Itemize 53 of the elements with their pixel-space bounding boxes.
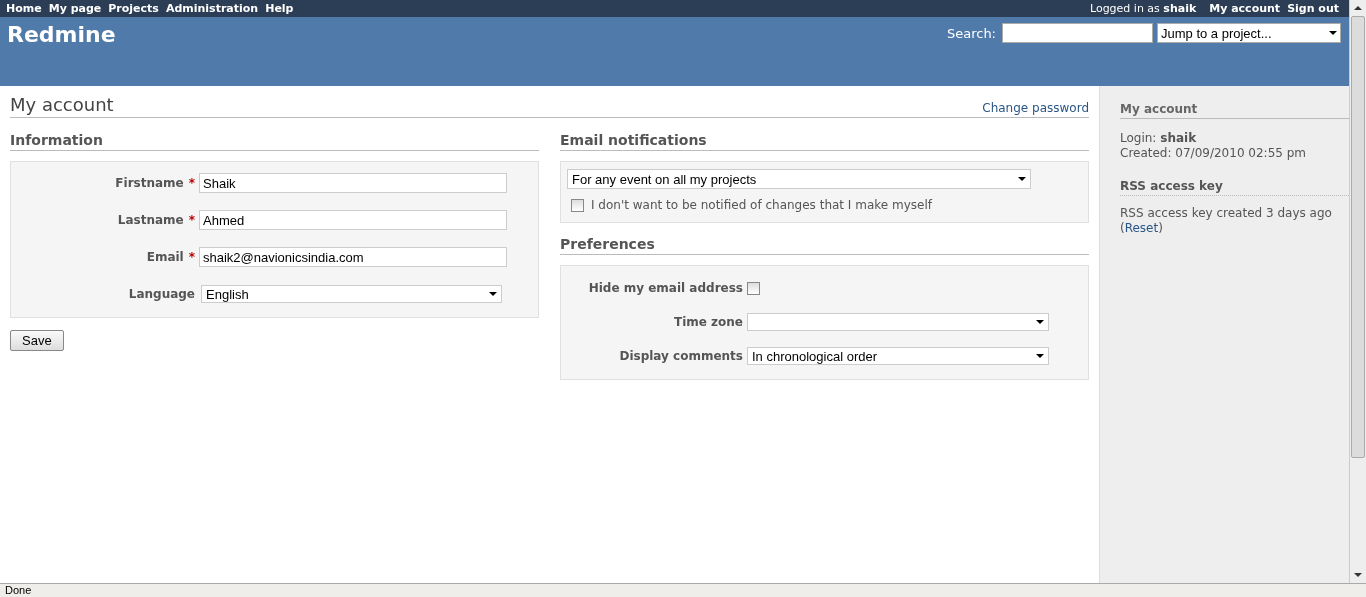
- section-heading: Preferences: [560, 236, 1089, 255]
- required-mark: *: [188, 250, 195, 264]
- top-menu-link[interactable]: My page: [48, 2, 102, 15]
- dropdown-arrow-icon: [1329, 31, 1337, 35]
- search-label: Search:: [946, 25, 996, 41]
- section-heading: Information: [10, 132, 539, 151]
- select-field[interactable]: [747, 313, 1049, 331]
- checkbox[interactable]: [571, 198, 584, 212]
- project-jump-select[interactable]: Jump to a project...: [1157, 23, 1341, 43]
- field-label: Email: [146, 250, 184, 264]
- login-text: Login: shaik: [1120, 131, 1198, 146]
- dropdown-arrow-icon: [489, 292, 497, 296]
- parenthesis-text: ): [1158, 221, 1163, 235]
- select-field[interactable]: In chronological order: [747, 347, 1049, 365]
- logged-in-text: Logged in as shaik: [1089, 2, 1197, 15]
- field-label: Display comments: [619, 349, 743, 363]
- field-label: Language: [128, 287, 195, 301]
- account-menu-link[interactable]: My account: [1209, 2, 1281, 15]
- sidebar-heading: My account: [1120, 102, 1349, 119]
- scroll-thumb[interactable]: [1351, 16, 1365, 458]
- required-mark: *: [188, 213, 195, 227]
- top-menu-link[interactable]: Help: [265, 2, 294, 15]
- site-title: Redmine: [7, 22, 116, 47]
- scrollbar[interactable]: [1349, 0, 1366, 583]
- created-text: Created: 07/09/2010 02:55 pm: [1120, 146, 1308, 161]
- rss-key-text: RSS access key created 3 days ago: [1120, 206, 1333, 221]
- top-menu-link[interactable]: Administration: [165, 2, 259, 15]
- text-field[interactable]: Shaik: [199, 173, 507, 193]
- search-field[interactable]: [1002, 23, 1153, 43]
- checkbox[interactable]: [747, 281, 760, 295]
- dropdown-arrow-icon: [1036, 354, 1044, 358]
- change-password-link[interactable]: Change password: [982, 101, 1089, 115]
- dropdown-arrow-icon: [1018, 177, 1026, 181]
- field-label: Firstname: [115, 176, 184, 190]
- section-heading: Email notifications: [560, 132, 1089, 151]
- checkbox-label: I don't want to be notified of changes that I make myself: [591, 198, 932, 212]
- top-menu-link[interactable]: Home: [6, 2, 42, 15]
- parenthesis-text: (: [1120, 221, 1125, 235]
- language-select[interactable]: English: [201, 285, 502, 303]
- top-menu-link[interactable]: Projects: [108, 2, 159, 15]
- save-button[interactable]: Save: [10, 330, 64, 351]
- field-label: Lastname: [117, 213, 184, 227]
- status-text: Done: [5, 584, 32, 596]
- field-label: Hide my email address: [588, 281, 743, 295]
- page-title: My account: [10, 94, 114, 115]
- field-label: Time zone: [673, 315, 743, 329]
- reset-link[interactable]: Reset: [1124, 221, 1159, 235]
- text-field[interactable]: Ahmed: [199, 210, 507, 230]
- dropdown-arrow-icon: [1036, 320, 1044, 324]
- required-mark: *: [188, 176, 195, 190]
- text-field[interactable]: shaik2@navionicsindia.com: [199, 247, 507, 267]
- account-menu-link[interactable]: Sign out: [1287, 2, 1339, 15]
- notification-select[interactable]: For any event on all my projects: [567, 169, 1031, 189]
